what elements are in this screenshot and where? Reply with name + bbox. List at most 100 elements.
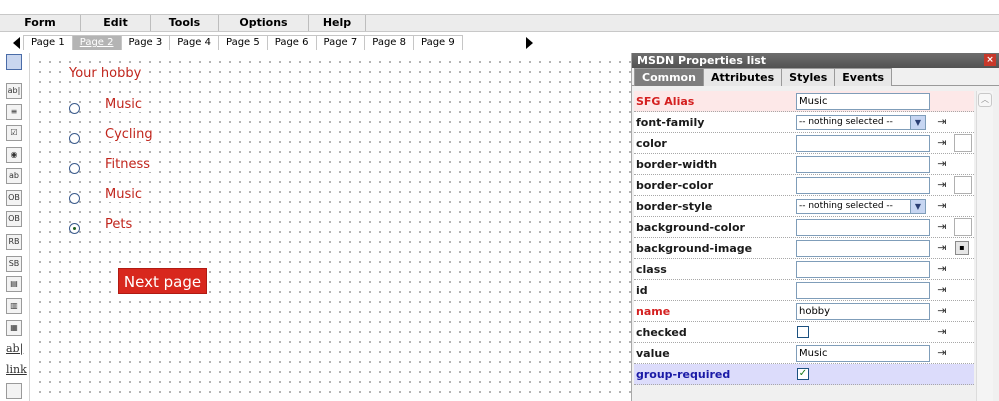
form-design-canvas[interactable]: Your hobby Music Cycling Fitness Music Pets … (31, 53, 631, 401)
apply-to-children-icon[interactable]: ⇥ (935, 199, 949, 213)
option-button-1-icon[interactable]: OB (6, 190, 22, 206)
property-row: value Music ⇥ (634, 343, 974, 364)
apply-to-children-icon[interactable]: ⇥ (935, 220, 949, 234)
radio-button[interactable] (69, 193, 80, 204)
menu-help[interactable]: Help (309, 15, 366, 31)
page-tab-6[interactable]: Page 6 (266, 35, 317, 50)
property-value-input[interactable] (796, 282, 930, 299)
tab-common[interactable]: Common (634, 68, 704, 86)
color-picker-swatch[interactable] (954, 218, 972, 236)
property-value-input[interactable]: Music (796, 345, 930, 362)
form-question-label: Your hobby (68, 66, 143, 81)
list-box-icon[interactable]: ▥ (6, 298, 22, 314)
property-label: border-color (636, 179, 714, 192)
previous-page-arrow-icon[interactable] (13, 37, 20, 49)
radio-option-label: Cycling (104, 127, 154, 142)
apply-to-children-icon[interactable]: ⇥ (935, 283, 949, 297)
select-value: -- nothing selected -- (799, 117, 893, 127)
chevron-down-icon[interactable]: ▼ (910, 200, 925, 213)
option-button-2-icon[interactable]: OB (6, 211, 22, 227)
box-icon[interactable] (6, 383, 22, 399)
property-value-input[interactable] (796, 219, 930, 236)
text-field-icon[interactable]: ab| (6, 83, 22, 99)
property-value-input[interactable]: hobby (796, 303, 930, 320)
radio-button[interactable] (69, 223, 80, 234)
page-tab-4[interactable]: Page 4 (169, 35, 219, 50)
property-value-input[interactable] (796, 240, 930, 257)
property-value-input[interactable]: Music (796, 93, 930, 110)
property-label: id (636, 284, 648, 297)
apply-to-children-icon[interactable]: ⇥ (935, 115, 949, 129)
close-icon[interactable]: × (984, 54, 996, 66)
menu-bar: Form Edit Tools Options Help (0, 14, 999, 32)
reset-button-icon[interactable]: RB (6, 234, 22, 250)
radio-option-label: Fitness (104, 157, 152, 172)
tab-events[interactable]: Events (834, 68, 893, 86)
scroll-up-arrow-icon[interactable]: ︿ (978, 93, 992, 107)
tab-styles[interactable]: Styles (781, 68, 836, 86)
property-row: border-style -- nothing selected -- ▼ ⇥ (634, 196, 974, 217)
checkbox-icon[interactable]: ☑ (6, 125, 22, 141)
select-pointer-icon[interactable] (6, 54, 22, 70)
property-value-select[interactable]: -- nothing selected -- ▼ (796, 115, 926, 130)
radio-option-label: Music (104, 97, 143, 112)
apply-to-children-icon[interactable]: ⇥ (935, 136, 949, 150)
link-icon[interactable]: link (6, 363, 27, 379)
menu-tools[interactable]: Tools (151, 15, 219, 31)
apply-to-children-icon[interactable]: ⇥ (935, 304, 949, 318)
radio-button[interactable] (69, 103, 80, 114)
property-value-input[interactable] (796, 135, 930, 152)
menu-edit[interactable]: Edit (81, 15, 151, 31)
chevron-down-icon[interactable]: ▼ (910, 116, 925, 129)
property-value-input[interactable] (796, 177, 930, 194)
apply-to-children-icon[interactable]: ⇥ (935, 157, 949, 171)
color-picker-swatch[interactable] (954, 134, 972, 152)
property-value-input[interactable] (796, 156, 930, 173)
radio-option-label: Music (104, 187, 143, 202)
property-label: group-required (636, 368, 731, 381)
page-tab-1[interactable]: Page 1 (23, 35, 73, 50)
menu-options[interactable]: Options (219, 15, 309, 31)
property-row: group-required ✓ (634, 364, 974, 385)
page-tab-8[interactable]: Page 8 (364, 35, 414, 50)
page-tab-7[interactable]: Page 7 (315, 35, 366, 50)
color-picker-swatch[interactable] (954, 176, 972, 194)
combo-list-icon[interactable]: ▦ (6, 320, 22, 336)
label-field-icon[interactable]: ab (6, 168, 22, 184)
page-tab-5[interactable]: Page 5 (218, 35, 268, 50)
property-row: name hobby ⇥ (634, 301, 974, 322)
property-checkbox[interactable]: ✓ (797, 368, 809, 380)
page-tabs: Page 1 Page 2 Page 3 Page 4 Page 5 Page 6 Page… (23, 35, 463, 50)
property-row: color ⇥ (634, 133, 974, 154)
property-label: color (636, 137, 667, 150)
apply-to-children-icon[interactable]: ⇥ (935, 325, 949, 339)
submit-button-icon[interactable]: SB (6, 256, 22, 272)
property-row: border-width ⇥ (634, 154, 974, 175)
properties-list: SFG Alias Music font-family -- nothing sele… (634, 91, 974, 385)
next-page-arrow-icon[interactable] (526, 37, 533, 49)
radio-button[interactable] (69, 163, 80, 174)
page-tab-9[interactable]: Page 9 (413, 35, 463, 50)
text-label-icon[interactable]: ab| (6, 342, 23, 358)
menu-form[interactable]: Form (0, 15, 81, 31)
textarea-icon[interactable]: ≡ (6, 104, 22, 120)
property-label: background-image (636, 242, 753, 255)
radio-button[interactable] (69, 133, 80, 144)
apply-to-children-icon[interactable]: ⇥ (935, 262, 949, 276)
next-page-button[interactable]: Next page (118, 268, 207, 294)
property-value-select[interactable]: -- nothing selected -- ▼ (796, 199, 926, 214)
tab-attributes[interactable]: Attributes (702, 68, 783, 86)
page-tab-3[interactable]: Page 3 (120, 35, 171, 50)
properties-scrollbar[interactable]: ︿ (976, 91, 993, 401)
apply-to-children-icon[interactable]: ⇥ (935, 178, 949, 192)
apply-to-children-icon[interactable]: ⇥ (935, 241, 949, 255)
property-label: font-family (636, 116, 705, 129)
apply-to-children-icon[interactable]: ⇥ (935, 346, 949, 360)
property-checkbox[interactable] (797, 326, 809, 338)
page-tab-2[interactable]: Page 2 (71, 35, 122, 50)
select-box-icon[interactable]: ▤ (6, 276, 22, 292)
property-row: class ⇥ (634, 259, 974, 280)
property-value-input[interactable] (796, 261, 930, 278)
radio-icon[interactable]: ◉ (6, 147, 22, 163)
image-browse-icon[interactable]: ▪ (955, 241, 969, 255)
